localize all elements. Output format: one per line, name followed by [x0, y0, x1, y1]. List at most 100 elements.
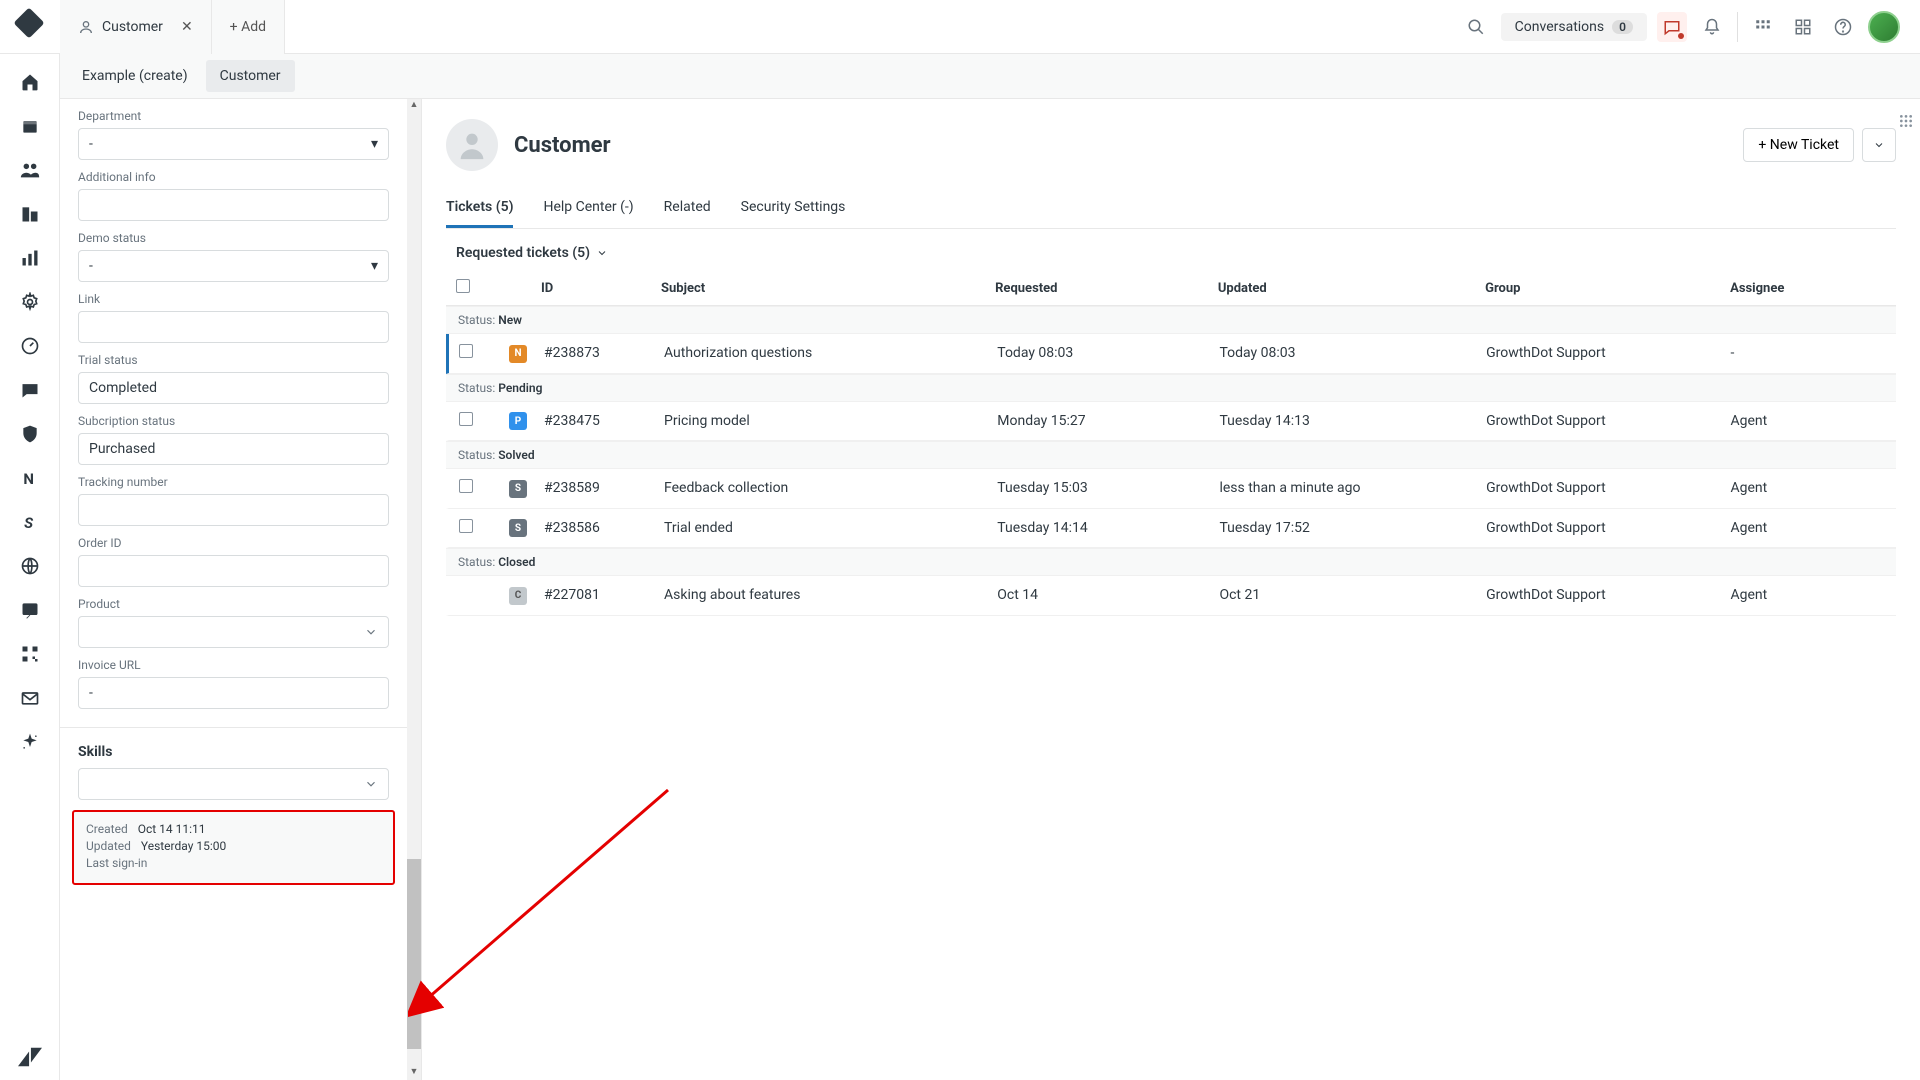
conversations-count: 0	[1612, 20, 1633, 34]
nav-app4[interactable]: N	[10, 458, 50, 498]
nav-home[interactable]	[10, 62, 50, 102]
notifications-button[interactable]	[1697, 12, 1727, 42]
workspace-tab-label: Customer	[102, 19, 163, 35]
table-row[interactable]: C#227081Asking about featuresOct 14Oct 2…	[446, 576, 1896, 616]
nav-org[interactable]	[10, 194, 50, 234]
chevron-down-icon	[364, 777, 378, 791]
nav-app6[interactable]	[10, 546, 50, 586]
meta-created-label: Created	[86, 822, 128, 836]
apps-panel-toggle[interactable]	[1898, 113, 1914, 129]
ticket-group: GrowthDot Support	[1486, 587, 1730, 603]
th-group[interactable]: Group	[1485, 281, 1730, 296]
ticket-subject: Trial ended	[664, 520, 997, 536]
qr-icon	[20, 644, 40, 664]
requested-tickets-toggle[interactable]: Requested tickets (5)	[446, 229, 1896, 271]
meta-signin-label: Last sign-in	[86, 856, 147, 870]
invoice-url-input[interactable]	[78, 677, 389, 709]
nav-views[interactable]	[10, 106, 50, 146]
ticket-group: GrowthDot Support	[1486, 520, 1730, 536]
tracking-number-input[interactable]	[78, 494, 389, 526]
nav-reports[interactable]	[10, 238, 50, 278]
bell-icon	[1703, 18, 1721, 36]
chat-button[interactable]	[1657, 12, 1687, 42]
chat-icon	[1663, 18, 1681, 36]
th-id[interactable]: ID	[541, 281, 661, 296]
nav-app5[interactable]: S	[10, 502, 50, 542]
ticket-id: #238586	[544, 520, 664, 536]
nav-admin[interactable]	[10, 282, 50, 322]
grid-icon	[1794, 18, 1812, 36]
table-row[interactable]: N#238873Authorization questionsToday 08:…	[446, 334, 1896, 374]
table-row[interactable]: P#238475Pricing modelMonday 15:27Tuesday…	[446, 402, 1896, 442]
search-button[interactable]	[1461, 12, 1491, 42]
tab-tickets[interactable]: Tickets (5)	[446, 189, 513, 228]
row-checkbox[interactable]	[459, 479, 473, 493]
apps-button[interactable]	[1788, 12, 1818, 42]
row-checkbox[interactable]	[459, 412, 473, 426]
grid-dots-icon	[1898, 113, 1914, 129]
help-button[interactable]	[1828, 12, 1858, 42]
subscription-status-input[interactable]	[78, 433, 389, 465]
dialpad-button[interactable]	[1748, 12, 1778, 42]
link-input[interactable]	[78, 311, 389, 343]
status-group: Status: Solved	[446, 441, 1896, 469]
ticket-group: GrowthDot Support	[1486, 480, 1730, 496]
order-id-input[interactable]	[78, 555, 389, 587]
row-checkbox[interactable]	[459, 519, 473, 533]
th-assignee[interactable]: Assignee	[1730, 281, 1886, 296]
demo-status-select[interactable]: -▾	[78, 250, 389, 282]
table-row[interactable]: S#238586Trial endedTuesday 14:14Tuesday …	[446, 509, 1896, 549]
select-all-checkbox[interactable]	[456, 279, 470, 293]
workspace-tab-customer[interactable]: Customer ✕	[60, 0, 212, 54]
add-tab-button[interactable]: + Add	[212, 0, 285, 54]
tab-related[interactable]: Related	[664, 189, 711, 228]
row-checkbox[interactable]	[459, 344, 473, 358]
nav-app3[interactable]	[10, 414, 50, 454]
nav-app7[interactable]	[10, 590, 50, 630]
meta-updated-label: Updated	[86, 839, 131, 853]
conversations-button[interactable]: Conversations 0	[1501, 13, 1647, 41]
trial-status-input[interactable]	[78, 372, 389, 404]
sub-tab-customer[interactable]: Customer	[206, 60, 295, 92]
ticket-assignee: Agent	[1730, 587, 1886, 603]
th-requested[interactable]: Requested	[995, 281, 1218, 296]
new-ticket-dropdown[interactable]	[1862, 128, 1896, 162]
nav-app1[interactable]	[10, 326, 50, 366]
ticket-requested: Tuesday 15:03	[997, 480, 1219, 496]
new-ticket-button[interactable]: + New Ticket	[1743, 128, 1854, 162]
ticket-id: #238589	[544, 480, 664, 496]
conversations-label: Conversations	[1515, 19, 1604, 35]
tab-help-center[interactable]: Help Center (-)	[543, 189, 633, 228]
profile-avatar[interactable]	[1868, 11, 1900, 43]
additional-info-input[interactable]	[78, 189, 389, 221]
status-badge: N	[509, 345, 527, 363]
ticket-id: #238475	[544, 413, 664, 429]
sub-tab-example[interactable]: Example (create)	[68, 60, 202, 92]
tab-security[interactable]: Security Settings	[741, 189, 846, 228]
divider	[1737, 12, 1738, 42]
product-label: Product	[78, 597, 389, 611]
inbox-icon	[20, 116, 40, 136]
nav-app10[interactable]	[10, 722, 50, 762]
building-icon	[20, 204, 40, 224]
product-select[interactable]	[78, 616, 389, 648]
scrollbar-thumb[interactable]	[407, 859, 421, 1049]
department-select[interactable]: -▾	[78, 128, 389, 160]
nav-customers[interactable]	[10, 150, 50, 190]
th-subject[interactable]: Subject	[661, 281, 995, 296]
ticket-subject: Feedback collection	[664, 480, 997, 496]
table-row[interactable]: S#238589Feedback collectionTuesday 15:03…	[446, 469, 1896, 509]
th-updated[interactable]: Updated	[1218, 281, 1485, 296]
scrollbar-track[interactable]: ▲ ▼	[407, 99, 421, 1080]
nav-app8[interactable]	[10, 634, 50, 674]
side-panel-scroll[interactable]: Department -▾ Additional info Demo statu…	[60, 99, 407, 1080]
order-id-label: Order ID	[78, 536, 389, 550]
nav-app9[interactable]	[10, 678, 50, 718]
skills-select[interactable]	[78, 768, 389, 800]
zendesk-logo	[18, 1046, 42, 1068]
close-icon[interactable]: ✕	[181, 19, 193, 35]
ticket-group: GrowthDot Support	[1486, 345, 1730, 361]
nav-app2[interactable]	[10, 370, 50, 410]
ticket-subject: Asking about features	[664, 587, 997, 603]
chevron-down-icon: ▾	[371, 136, 378, 152]
